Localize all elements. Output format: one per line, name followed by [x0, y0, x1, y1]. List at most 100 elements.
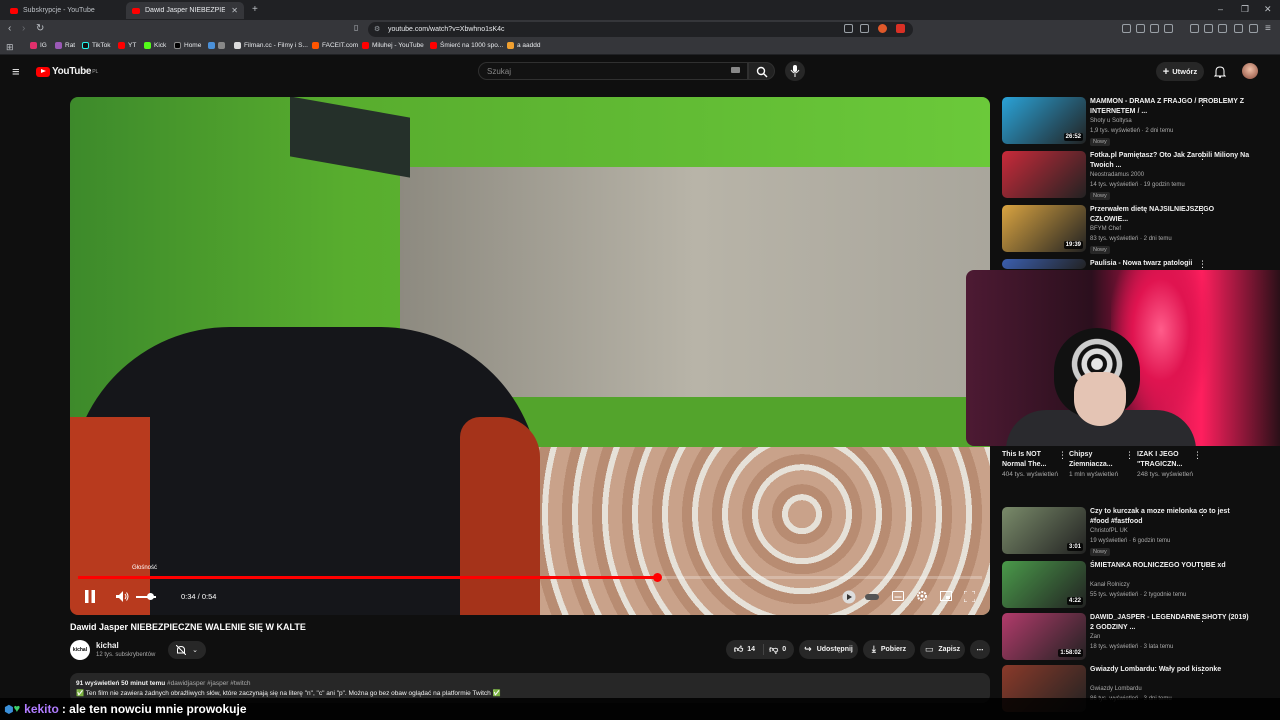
media-icon[interactable] [1190, 24, 1199, 33]
bookmark-ig[interactable]: IG [30, 42, 47, 49]
forward-icon[interactable]: › [22, 23, 25, 34]
keyboard-icon[interactable] [731, 67, 740, 73]
channel-avatar[interactable]: kichal [70, 640, 90, 660]
bookmark-icon[interactable]: ▯ [354, 23, 358, 32]
hashtags[interactable]: #dawidjasper #jasper #twitch [167, 680, 250, 687]
short-item[interactable]: IZAK I JEGO "TRAGICZN... 248 tys. wyświe… [1137, 450, 1202, 480]
bookmark-smierc[interactable]: Śmierć na 1000 spo... [430, 42, 503, 49]
video-thumbnail[interactable] [1002, 151, 1086, 198]
more-vertical-icon[interactable]: ⋮ [1198, 561, 1207, 572]
volume-slider-handle[interactable] [147, 593, 154, 600]
recommended-video[interactable]: 3:01 Czy to kurczak a moze mielonka co to… [1002, 507, 1272, 557]
subtitles-icon[interactable] [892, 591, 904, 601]
recommended-video[interactable]: 4:22 ŚMIETANKA ROLNICZEGO YOUTUBE xd Kanał… [1002, 561, 1272, 611]
save-button[interactable]: ▭ Zapisz [920, 640, 965, 659]
bookmark-tiktok[interactable]: TikTok [82, 42, 111, 49]
more-vertical-icon[interactable]: ⋮ [1193, 450, 1202, 461]
pause-icon[interactable] [84, 590, 96, 603]
tab-current-video[interactable]: Dawid Jasper NIEBEZPIECZN ✕ [126, 2, 244, 19]
miniplayer-icon[interactable] [940, 591, 952, 601]
bookmark-blank[interactable] [208, 42, 228, 49]
progress-bar[interactable] [78, 573, 982, 582]
sidebar-icon[interactable] [1204, 24, 1213, 33]
recommended-video[interactable]: 1:58:02 DAWID_JASPER - LEGENDARNE SHOTY (… [1002, 613, 1272, 663]
more-vertical-icon[interactable]: ⋮ [1125, 450, 1134, 461]
more-vertical-icon[interactable]: ⋮ [1058, 450, 1067, 461]
site-info-icon[interactable]: ⚙ [374, 25, 380, 33]
bookmark-rat[interactable]: Rat [55, 42, 75, 49]
back-icon[interactable]: ‹ [8, 23, 11, 34]
recommended-video[interactable]: Fotka.pl Pamiętasz? Oto Jak Zarobili Mil… [1002, 151, 1272, 201]
youtube-logo[interactable]: YouTube PL [36, 66, 98, 77]
channel-name[interactable]: Zan [1090, 634, 1100, 640]
minimize-button[interactable]: – [1218, 4, 1223, 14]
video-thumbnail[interactable]: 1:58:02 [1002, 613, 1086, 660]
notifications-bell-icon[interactable] [1214, 65, 1226, 78]
channel-name[interactable]: kichal [96, 641, 119, 650]
bookmark-kick[interactable]: Kick [144, 42, 166, 49]
more-vertical-icon[interactable]: ⋮ [1198, 613, 1207, 624]
more-vertical-icon[interactable]: ⋮ [1198, 97, 1207, 108]
settings-gear-icon[interactable] [916, 590, 928, 602]
hamburger-menu-icon[interactable]: ≡ [12, 64, 20, 79]
recommended-video[interactable]: 26:52 MAMMON - DRAMA Z FRAJGO / PROBLEMY … [1002, 97, 1272, 147]
search-button[interactable] [748, 62, 775, 80]
dislike-button[interactable]: 👎︎ 0 [769, 644, 786, 655]
leo-icon[interactable] [1234, 24, 1243, 33]
autoplay-icon[interactable] [842, 590, 856, 604]
wallet-icon[interactable] [1218, 24, 1227, 33]
extension-icon[interactable] [1122, 24, 1131, 33]
bookmark-yt[interactable]: YT [118, 42, 136, 49]
bookmark-filman[interactable]: Filman.cc - Filmy i S... [234, 42, 308, 49]
reload-icon[interactable]: ↻ [36, 23, 44, 34]
video-player[interactable]: Głośność 0:34 / 0:54 [70, 97, 990, 615]
voice-search-button[interactable] [785, 61, 805, 81]
tab-subscriptions[interactable]: Subskrypcje - YouTube [4, 2, 122, 19]
create-button[interactable]: + Utwórz [1156, 62, 1204, 81]
bookmark-home[interactable]: Home [174, 42, 201, 49]
more-vertical-icon[interactable]: ⋮ [1198, 205, 1207, 216]
install-icon[interactable] [844, 24, 853, 33]
video-thumbnail[interactable]: 4:22 [1002, 561, 1086, 608]
channel-name[interactable]: Gwiazdy Lombardu [1090, 686, 1142, 692]
subscription-bell-button[interactable]: ⌄ [168, 641, 206, 659]
recommended-video[interactable]: Paulisia - Nowa twarz patologii ⋮ [1002, 259, 1272, 269]
share-page-icon[interactable] [860, 24, 869, 33]
volume-icon[interactable] [116, 591, 129, 602]
video-thumbnail[interactable]: 19:39 [1002, 205, 1086, 252]
video-thumbnail[interactable]: 26:52 [1002, 97, 1086, 144]
extension-icon[interactable] [1136, 24, 1145, 33]
more-vertical-icon[interactable]: ⋮ [1198, 665, 1207, 676]
short-item[interactable]: This Is NOT Normal The... 404 tys. wyświ… [1002, 450, 1067, 480]
close-tab-icon[interactable]: ✕ [231, 6, 238, 15]
close-window-button[interactable]: ✕ [1264, 4, 1272, 15]
more-vertical-icon[interactable]: ⋮ [1198, 151, 1207, 162]
channel-name[interactable]: Kanał Rolniczy [1090, 582, 1130, 588]
vpn-icon[interactable] [1249, 24, 1258, 33]
search-input[interactable]: Szukaj [478, 62, 748, 80]
maximize-button[interactable]: ❐ [1241, 4, 1249, 15]
brave-shield-icon[interactable] [878, 24, 887, 33]
apps-icon[interactable]: ⊞ [6, 42, 14, 53]
bookmark-aaddd[interactable]: a aaddd [507, 42, 541, 49]
like-button[interactable]: 👍︎ 14 [734, 644, 765, 655]
extension-icon[interactable] [1164, 24, 1173, 33]
avatar[interactable] [1242, 63, 1258, 79]
video-thumbnail[interactable] [1002, 259, 1086, 269]
url-field[interactable]: ⚙ youtube.com/watch?v=Xbwhno1sK4c [368, 22, 913, 37]
more-vertical-icon[interactable]: ⋮ [1198, 259, 1207, 270]
fullscreen-icon[interactable] [964, 591, 975, 602]
more-vertical-icon[interactable]: ⋮ [1198, 507, 1207, 518]
recommended-video[interactable]: 19:39 Przerwałem dietę NAJSILNIEJSZEGO CZ… [1002, 205, 1272, 255]
bookmark-miluhej[interactable]: Miluhej - YouTube [362, 42, 424, 49]
menu-icon[interactable]: ≡ [1265, 23, 1271, 34]
more-actions-button[interactable]: ⋯ [970, 640, 990, 659]
channel-name[interactable]: BFYM Chef [1090, 226, 1121, 232]
extension-icon[interactable] [1150, 24, 1159, 33]
video-thumbnail[interactable]: 3:01 [1002, 507, 1086, 554]
channel-name[interactable]: Neostradamus 2000 [1090, 172, 1144, 178]
rewards-icon[interactable] [896, 24, 905, 33]
channel-name[interactable]: Shoty u Soltysa [1090, 118, 1132, 124]
download-button[interactable]: ⤓ Pobierz [863, 640, 915, 659]
autoplay-toggle[interactable] [865, 594, 879, 600]
